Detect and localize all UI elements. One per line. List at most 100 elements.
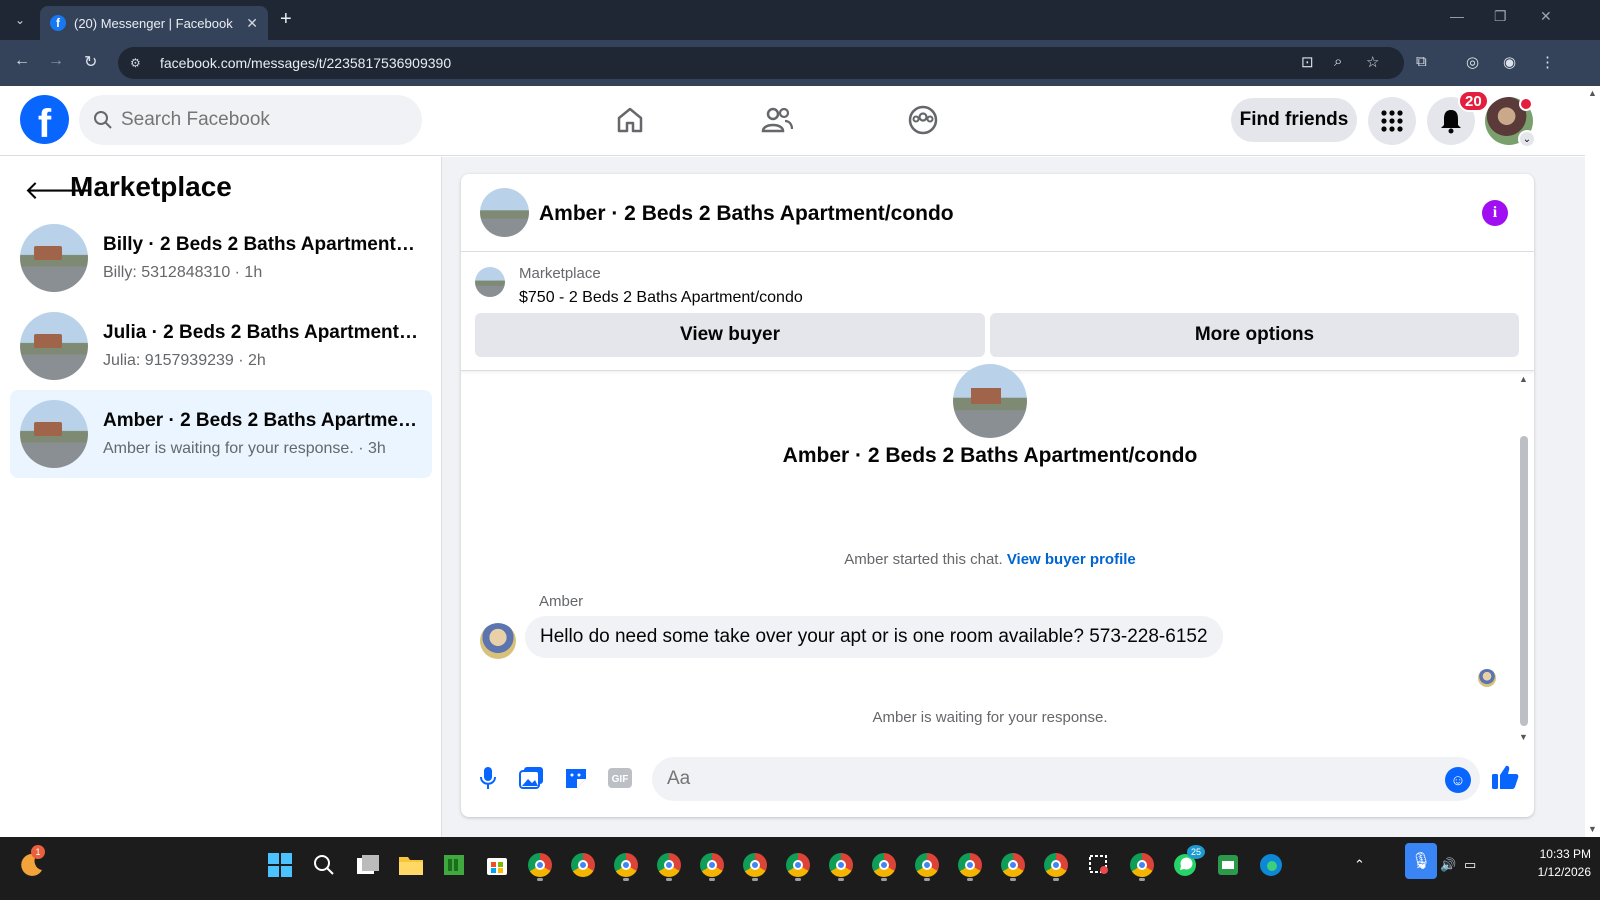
thumbs-up-icon[interactable] xyxy=(1491,764,1519,797)
chrome-profile-icon[interactable] xyxy=(737,847,773,883)
chrome-profile-icon[interactable] xyxy=(651,847,687,883)
conversation-name: Billy · 2 Beds 2 Baths Apartment/c... xyxy=(103,234,418,255)
clock[interactable]: 10:33 PM 1/12/2026 xyxy=(1505,845,1591,881)
chrome-profile-icon[interactable] xyxy=(823,847,859,883)
chat-avatar[interactable] xyxy=(480,188,529,237)
show-hidden-icons-icon[interactable]: ⌃ xyxy=(1354,857,1365,873)
more-options-button[interactable]: More options xyxy=(990,313,1519,357)
chrome-profile-icon[interactable] xyxy=(522,847,558,883)
notification-badge: 20 xyxy=(1458,90,1489,112)
conversation-item[interactable]: Julia · 2 Beds 2 Baths Apartment/c... Ju… xyxy=(10,302,432,390)
sender-name: Amber xyxy=(539,593,584,610)
conversation-name: Julia · 2 Beds 2 Baths Apartment/c... xyxy=(103,322,418,343)
chrome-profile-icon[interactable] xyxy=(1124,847,1160,883)
facebook-top-nav: f Find friends 20 ⌄ xyxy=(0,86,1585,156)
new-tab-icon[interactable]: + xyxy=(280,8,292,31)
forward-icon[interactable]: → xyxy=(48,52,64,70)
photo-icon[interactable] xyxy=(518,764,546,792)
volume-icon[interactable]: 🔊 xyxy=(1440,857,1456,873)
back-icon[interactable]: ← xyxy=(14,52,30,70)
chrome-profile-icon[interactable] xyxy=(952,847,988,883)
maximize-icon[interactable]: ❐ xyxy=(1494,8,1507,25)
search-icon[interactable] xyxy=(306,847,342,883)
task-view-icon[interactable] xyxy=(350,847,386,883)
conversation-preview: Billy: 5312848310 · 1h xyxy=(103,264,263,281)
find-friends-button[interactable]: Find friends xyxy=(1231,98,1357,142)
chrome-icon[interactable] xyxy=(565,847,601,883)
scroll-down-icon[interactable]: ▼ xyxy=(1519,732,1528,742)
store-icon[interactable] xyxy=(479,847,515,883)
profile-icon[interactable]: ◉ xyxy=(1503,53,1516,71)
menu-grid-icon[interactable] xyxy=(1368,97,1416,145)
chrome-profile-icon[interactable] xyxy=(608,847,644,883)
conversation-preview: Julia: 9157939239 · 2h xyxy=(103,352,266,369)
browser-tab-bar: ⌄ f (20) Messenger | Facebook ✕ + — ❐ ✕ xyxy=(0,0,1600,40)
extensions-icon[interactable]: ⧉ xyxy=(1416,53,1427,70)
listing-label: Marketplace xyxy=(519,265,601,282)
groups-icon[interactable] xyxy=(905,102,941,138)
chat-scrollbar[interactable]: ▲ ▼ xyxy=(1517,374,1531,742)
facebook-logo-icon[interactable]: f xyxy=(20,95,69,144)
whatsapp-icon[interactable]: 25 xyxy=(1167,845,1205,883)
listing-title[interactable]: $750 - 2 Beds 2 Baths Apartment/condo xyxy=(519,289,803,307)
info-icon[interactable]: i xyxy=(1482,200,1508,226)
chrome-profile-icon[interactable] xyxy=(909,847,945,883)
battery-icon[interactable]: ▭ xyxy=(1464,857,1476,873)
address-bar[interactable]: ⚙ facebook.com/messages/t/22358175369093… xyxy=(118,47,1404,79)
page-scrollbar[interactable]: ▲ ▼ xyxy=(1585,86,1600,836)
chrome-profile-icon[interactable] xyxy=(1038,847,1074,883)
scroll-up-icon[interactable]: ▲ xyxy=(1588,88,1597,98)
scroll-up-icon[interactable]: ▲ xyxy=(1519,374,1528,384)
weather-widget-icon[interactable]: 1 xyxy=(14,845,50,883)
chrome-profile-icon[interactable] xyxy=(995,847,1031,883)
message-input[interactable] xyxy=(652,757,1480,801)
chevron-down-icon[interactable]: ⌄ xyxy=(1518,130,1536,148)
listing-thumbnail xyxy=(20,224,88,292)
friends-icon[interactable] xyxy=(759,102,795,138)
window-close-icon[interactable]: ✕ xyxy=(1540,8,1552,25)
windows-start-icon[interactable] xyxy=(262,847,298,883)
search-icon xyxy=(94,111,112,129)
snipping-tool-icon[interactable] xyxy=(1081,847,1117,883)
conversation-item-active[interactable]: Amber · 2 Beds 2 Baths Apartment... Ambe… xyxy=(10,390,432,478)
conversation-item[interactable]: Billy · 2 Beds 2 Baths Apartment/c... Bi… xyxy=(10,214,432,302)
tab-close-icon[interactable]: ✕ xyxy=(246,15,258,32)
chrome-profile-icon[interactable] xyxy=(780,847,816,883)
bookmark-star-icon[interactable]: ☆ xyxy=(1366,53,1379,71)
chrome-profile-icon[interactable] xyxy=(694,847,730,883)
microphone-icon[interactable] xyxy=(474,764,502,792)
spreadsheet-app-icon[interactable] xyxy=(436,847,472,883)
emoji-icon[interactable]: ☺ xyxy=(1445,767,1471,793)
edge-icon[interactable] xyxy=(1253,847,1289,883)
listing-banner: Marketplace $750 - 2 Beds 2 Baths Apartm… xyxy=(461,253,1534,371)
view-buyer-button[interactable]: View buyer xyxy=(475,313,985,357)
install-app-icon[interactable]: ⊡ xyxy=(1301,53,1314,71)
copilot-icon[interactable]: ◎ xyxy=(1466,53,1479,71)
minimize-icon[interactable]: — xyxy=(1450,8,1464,24)
tab-search-icon[interactable]: ⌄ xyxy=(8,8,32,32)
reload-icon[interactable]: ↻ xyxy=(84,52,97,72)
tab-title: (20) Messenger | Facebook xyxy=(74,15,233,31)
zoom-icon[interactable]: ⌕ xyxy=(1334,53,1342,70)
file-explorer-icon[interactable] xyxy=(393,847,429,883)
search-input[interactable] xyxy=(121,109,401,131)
gif-icon[interactable]: GIF xyxy=(606,764,634,792)
sticker-icon[interactable] xyxy=(562,764,590,792)
search-box[interactable] xyxy=(79,95,422,145)
message-bubble[interactable]: Hello do need some take over your apt or… xyxy=(525,616,1223,658)
view-buyer-profile-link[interactable]: View buyer profile xyxy=(1007,551,1136,568)
message-composer: GIF ☺ xyxy=(461,752,1534,802)
sidebar-title: Marketplace xyxy=(70,171,232,202)
home-icon[interactable] xyxy=(612,102,648,138)
wifi-icon[interactable]: ≋ xyxy=(1416,857,1427,873)
sender-avatar[interactable] xyxy=(480,623,516,659)
app-icon[interactable] xyxy=(1210,847,1246,883)
svg-text:GIF: GIF xyxy=(612,774,629,785)
site-info-icon[interactable]: ⚙ xyxy=(130,56,148,70)
browser-menu-icon[interactable]: ⋮ xyxy=(1540,53,1555,71)
chat-title[interactable]: Amber · 2 Beds 2 Baths Apartment/condo xyxy=(539,202,954,226)
scroll-thumb[interactable] xyxy=(1520,436,1528,726)
scroll-down-icon[interactable]: ▼ xyxy=(1588,824,1597,834)
chrome-profile-icon[interactable] xyxy=(866,847,902,883)
browser-tab[interactable]: f (20) Messenger | Facebook ✕ xyxy=(40,6,268,40)
